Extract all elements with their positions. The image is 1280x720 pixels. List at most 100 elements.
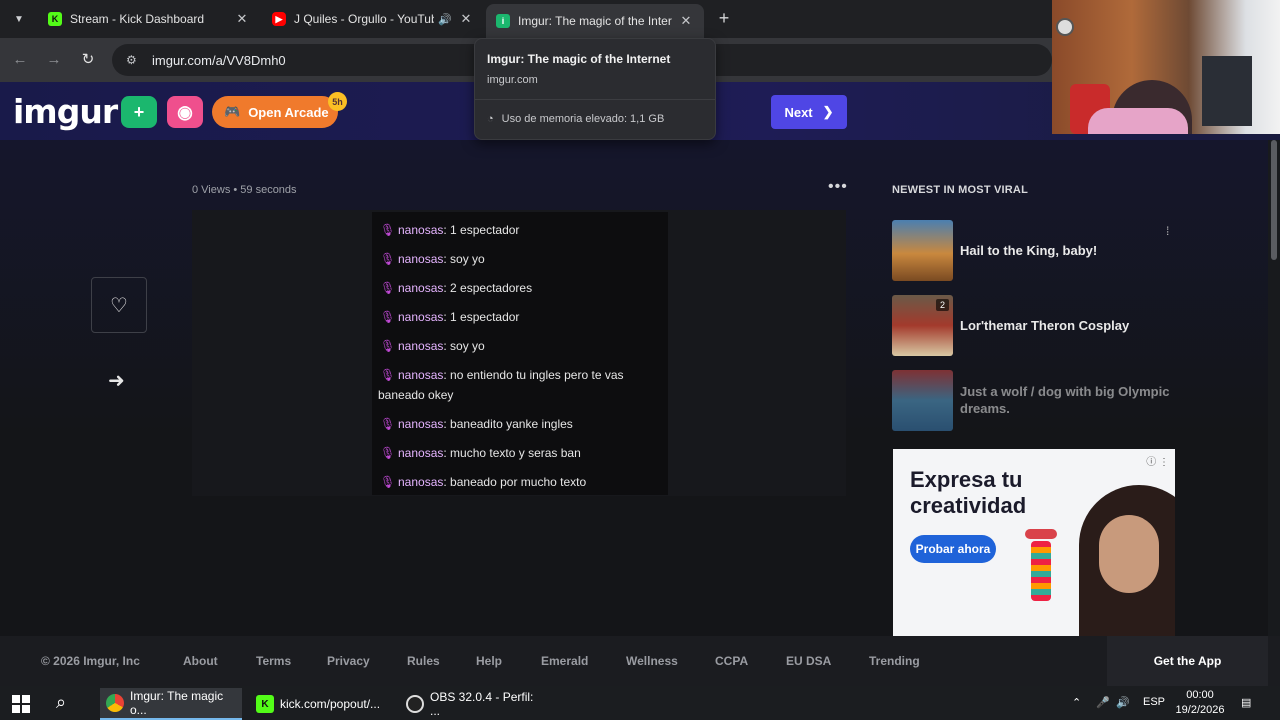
viral-thumbnail [892,369,953,431]
footer-link-ccpa[interactable]: CCPA [715,654,748,668]
chat-text: : baneado por mucho texto [443,475,587,489]
taskbar-kick[interactable]: K kick.com/popout/... [250,688,392,720]
next-button[interactable]: Next ❯ [771,95,847,129]
taskbar-obs[interactable]: OBS 32.0.4 - Perfil: ... [400,688,550,720]
viral-item[interactable]: Hail to the King, baby! [892,219,1176,281]
chat-text: : 1 espectador [443,310,520,324]
chat-message: 🎙 nanosas: soy yo [378,336,662,356]
chat-username[interactable]: nanosas [398,475,443,489]
notification-icon[interactable]: ◉ [167,96,203,128]
url-text: imgur.com/a/VV8Dmh0 [152,52,286,68]
footer-link-about[interactable]: About [183,654,218,668]
footer-link-terms[interactable]: Terms [256,654,291,668]
chat-message: 🎙 nanosas: 2 espectadores [378,278,662,298]
back-icon[interactable]: ← [10,50,30,70]
new-post-icon[interactable]: + [121,96,157,128]
windows-start-icon[interactable] [12,695,30,713]
chat-message: 🎙 nanosas: 1 espectador [378,220,662,240]
ad-info-icon[interactable]: ⓘ ⋮ [1146,453,1169,468]
search-icon[interactable]: ⌕ [56,692,66,713]
new-tab-icon[interactable]: + [714,8,734,28]
viral-thumbnail: 2 [892,294,953,356]
chat-username[interactable]: nanosas [398,310,443,324]
tab-close-icon[interactable]: ✕ [458,11,474,27]
notifications-icon[interactable]: ▤ [1241,696,1251,709]
reload-icon[interactable]: ↻ [78,50,98,70]
language-indicator[interactable]: ESP [1143,696,1165,708]
post-meta: 0 Views • 59 seconds [192,184,297,196]
microphone-icon: 🎙 [380,368,396,382]
tab-hover-card: Imgur: The magic of the Internet imgur.c… [474,38,716,140]
speaker-icon[interactable]: 🔊 [438,13,452,26]
chat-username[interactable]: nanosas [398,339,443,353]
arcade-badge: 5h [328,92,347,111]
viral-item[interactable]: 2 Lor'themar Theron Cosplay [892,294,1176,356]
chat-text: : baneadito yanke ingles [443,417,573,431]
windows-taskbar: ⌕ Imgur: The magic o... K kick.com/popou… [0,686,1280,720]
like-button[interactable]: ♡ [91,277,147,333]
chat-username[interactable]: nanosas [398,417,443,431]
chat-text: : soy yo [443,252,485,266]
site-settings-icon[interactable]: ⚙ [126,53,142,67]
memory-gauge-icon: ◔ [487,113,494,125]
scrollbar-thumb[interactable] [1271,140,1277,260]
chat-message: 🎙 nanosas: no entiendo tu ingles pero te … [378,365,662,405]
chat-username[interactable]: nanosas [398,252,443,266]
volume-icon[interactable]: 🔊 [1116,696,1130,709]
main-content: 0 Views • 59 seconds ••• ♡ ➜ 🎙 nanosas: 1… [0,140,1268,637]
microphone-icon: 🎙 [380,475,396,489]
microphone-icon[interactable]: 🎤 [1096,696,1110,709]
tab-imgur[interactable]: i Imgur: The magic of the Internet ✕ [486,4,704,38]
wall-clock-image [1056,18,1074,36]
advertisement[interactable]: ⓘ ⋮ Expresa tu creatividad Probar ahora [893,449,1175,637]
tab-youtube[interactable]: ▶ J Quiles - Orgullo - YouTube 🔊 ✕ [262,4,484,34]
footer-link-emerald[interactable]: Emerald [541,654,588,668]
chevron-up-icon[interactable]: ⌃ [1072,696,1081,709]
get-the-app-button[interactable]: Get the App [1107,636,1268,686]
image-count-badge: 2 [935,298,949,311]
chat-message: 🎙 nanosas: 1 espectador [378,307,662,327]
chat-username[interactable]: nanosas [398,446,443,460]
copyright: © 2026 Imgur, Inc [41,654,140,668]
tab-kick-dashboard[interactable]: K Stream - Kick Dashboard ✕ [38,4,260,34]
microphone-icon: 🎙 [380,223,396,237]
kick-icon: K [48,12,62,26]
tab-close-icon[interactable]: ✕ [678,13,694,29]
microphone-icon: 🎙 [380,252,396,266]
imgur-logo[interactable]: imgur [13,92,118,131]
viral-item[interactable]: Just a wolf / dog with big Olympic dream… [892,369,1176,431]
chat-username[interactable]: nanosas [398,368,443,382]
chat-text: : 2 espectadores [443,281,533,295]
chat-username[interactable]: nanosas [398,281,443,295]
gamepad-icon: 🎮 [224,104,241,119]
open-arcade-button[interactable]: 🎮 Open Arcade [212,96,338,128]
footer-link-eu-dsa[interactable]: EU DSA [786,654,831,668]
ad-model-face [1099,515,1159,593]
page-scrollbar[interactable] [1268,140,1280,636]
footer-link-wellness[interactable]: Wellness [626,654,678,668]
microphone-icon: 🎙 [380,417,396,431]
tab-close-icon[interactable]: ✕ [234,11,250,27]
footer-link-rules[interactable]: Rules [407,654,440,668]
ad-cta-button[interactable]: Probar ahora [910,535,996,563]
forward-icon[interactable]: → [44,50,64,70]
webcam-shirt [1088,108,1188,134]
kick-icon: K [256,695,274,713]
chat-text: : 1 espectador [443,223,520,237]
chat-text: : mucho texto y seras ban [443,446,581,460]
ad-illustration [1021,529,1061,619]
more-options-icon[interactable]: ••• [828,178,848,196]
tab-search-menu-icon[interactable]: ▼ [8,8,30,30]
chat-username[interactable]: nanosas [398,223,443,237]
footer-link-help[interactable]: Help [476,654,502,668]
imgur-icon: i [496,14,510,28]
footer-link-trending[interactable]: Trending [869,654,920,668]
ad-headline: Expresa tu creatividad [910,467,1027,518]
share-icon[interactable]: ➜ [108,368,125,393]
webcam-monitor [1202,56,1252,126]
footer-link-privacy[interactable]: Privacy [327,654,370,668]
system-clock[interactable]: 00:00 19/2/2026 [1172,688,1228,718]
taskbar-chrome[interactable]: Imgur: The magic o... [100,688,242,720]
microphone-icon: 🎙 [380,339,396,353]
chat-message: 🎙 nanosas: baneadito yanke ingles [378,414,662,434]
